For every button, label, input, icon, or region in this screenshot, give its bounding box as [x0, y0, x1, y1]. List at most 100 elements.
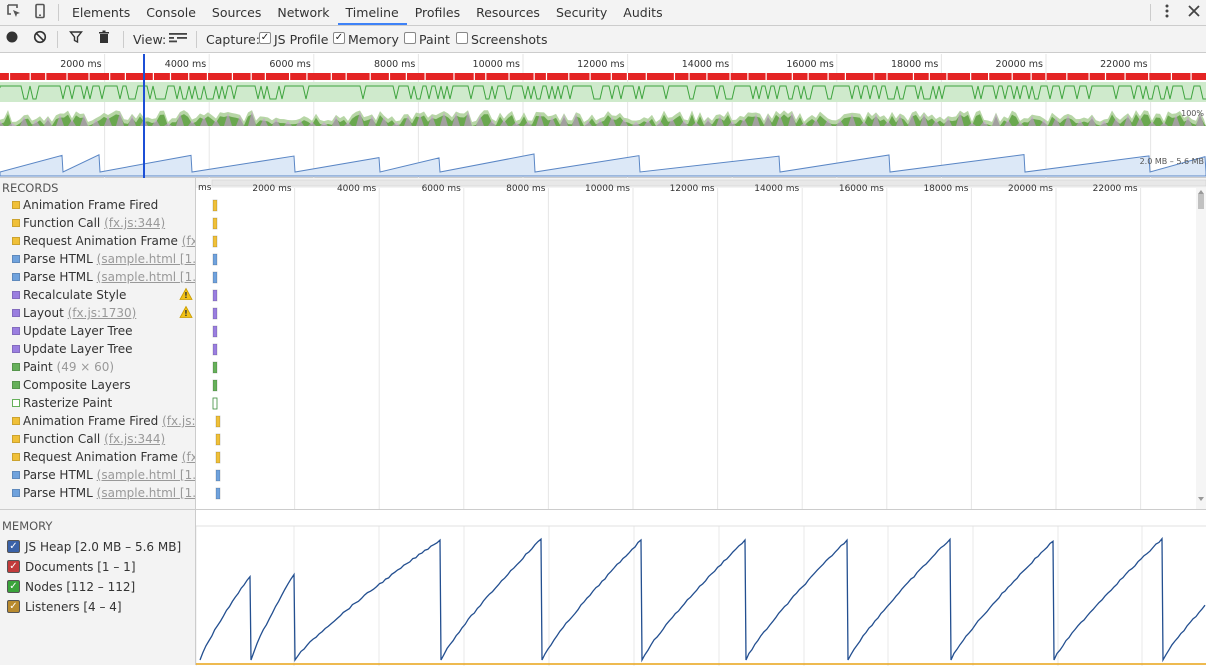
record-color-swatch: [12, 435, 20, 443]
record-row[interactable]: Update Layer Tree: [0, 340, 195, 358]
record-source-link[interactable]: (fx.js:344): [104, 216, 165, 230]
memory-counter[interactable]: ✓ Listeners [4 – 4]: [0, 597, 195, 617]
tab-sources[interactable]: Sources: [204, 0, 269, 25]
record-row[interactable]: Animation Frame Fired: [0, 196, 195, 214]
more-menu-icon[interactable]: [1157, 3, 1177, 23]
tab-network[interactable]: Network: [269, 0, 337, 25]
record-row[interactable]: Rasterize Paint: [0, 394, 195, 412]
memory-counter-label: Listeners [4 – 4]: [25, 600, 122, 614]
memory-counter-label: Documents [1 – 1]: [25, 560, 136, 574]
memory-counter[interactable]: ✓ JS Heap [2.0 MB – 5.6 MB]: [0, 537, 195, 557]
frame-gap: [988, 73, 990, 80]
garbage-collect-icon[interactable]: [95, 30, 113, 48]
records-timeline-graph[interactable]: ms 2000 ms 4000 ms 6000 ms 8000 ms 10000 ms 12…: [196, 178, 1206, 509]
records-timeline[interactable]: ms 2000 ms 4000 ms 6000 ms 8000 ms 10000 ms 12…: [196, 178, 1206, 509]
record-bar: [212, 307, 218, 320]
record-label: Paint: [23, 360, 53, 374]
frame-gap: [169, 73, 172, 80]
record-bar: [215, 487, 221, 500]
tab-resources[interactable]: Resources: [468, 0, 548, 25]
tab-profiles[interactable]: Profiles: [407, 0, 468, 25]
js-heap-line: [199, 536, 1206, 663]
record-source-link[interactable]: (fx.js:1730): [68, 306, 137, 320]
record-row[interactable]: Parse HTML (sample.html [1...]): [0, 484, 195, 502]
frame-gap: [188, 73, 190, 80]
frame-gap: [873, 73, 875, 80]
frame-gap: [66, 73, 68, 80]
record-source-link[interactable]: (49 × 60): [57, 360, 115, 374]
tab-security[interactable]: Security: [548, 0, 615, 25]
device-mode-icon[interactable]: [30, 3, 50, 23]
record-row[interactable]: Parse HTML (sample.html [1...]): [0, 268, 195, 286]
record-source-link[interactable]: (fx.js:344): [104, 432, 165, 446]
record-row[interactable]: Composite Layers: [0, 376, 195, 394]
filter-icon[interactable]: [67, 30, 85, 48]
memory-title: MEMORY: [2, 519, 53, 533]
record-row[interactable]: Request Animation Frame (fx...: [0, 232, 195, 250]
record-label: Parse HTML: [23, 270, 93, 284]
clear-icon[interactable]: [31, 30, 49, 48]
close-icon[interactable]: [1184, 3, 1204, 23]
record-bar: [212, 379, 218, 392]
frame-gap: [886, 73, 888, 80]
flame-chart-view-icon[interactable]: [167, 30, 189, 48]
record-bar: [212, 343, 218, 356]
record-row[interactable]: Recalculate Style!: [0, 286, 195, 304]
record-source-link[interactable]: (sample.html [1...]): [97, 252, 195, 266]
warning-icon[interactable]: !: [179, 305, 193, 319]
frame-gap: [1148, 73, 1150, 80]
record-row[interactable]: Parse HTML (sample.html [1...]): [0, 466, 195, 484]
frame-gap: [589, 73, 591, 80]
frame-gap: [424, 73, 426, 80]
tab-audits[interactable]: Audits: [615, 0, 670, 25]
memory-counter[interactable]: ✓ Documents [1 – 1]: [0, 557, 195, 577]
memory-counter-checkbox[interactable]: ✓: [7, 580, 20, 593]
record-bar: [212, 235, 218, 248]
record-row[interactable]: Update Layer Tree: [0, 322, 195, 340]
toolbar-divider: [196, 31, 197, 48]
toolbar-divider: [57, 31, 58, 48]
record-row[interactable]: Function Call (fx.js:344): [0, 430, 195, 448]
record-icon[interactable]: [3, 30, 21, 48]
record-source-link[interactable]: (sample.html [1...]): [97, 486, 195, 500]
tab-timeline[interactable]: Timeline: [337, 0, 407, 25]
memory-graph[interactable]: [196, 509, 1206, 666]
memory-counter-list: ✓ JS Heap [2.0 MB – 5.6 MB] ✓ Documents [1 …: [0, 537, 195, 617]
frame-gap: [626, 73, 629, 80]
record-source-link[interactable]: (fx...: [182, 450, 195, 464]
frame-gap: [568, 73, 570, 80]
memory-counter[interactable]: ✓ Nodes [112 – 112]: [0, 577, 195, 597]
screenshots-checkbox[interactable]: [456, 32, 468, 44]
js-heap-graph[interactable]: [196, 510, 1206, 666]
record-row[interactable]: Parse HTML (sample.html [1...]): [0, 250, 195, 268]
record-source-link[interactable]: (sample.html [1...]): [97, 270, 195, 284]
tab-elements[interactable]: Elements: [64, 0, 138, 25]
memory-counter-checkbox[interactable]: ✓: [7, 560, 20, 573]
warning-icon[interactable]: !: [179, 287, 193, 301]
records-tick-label: 16000 ms: [839, 184, 884, 194]
record-row[interactable]: Animation Frame Fired (fx.js:3...: [0, 412, 195, 430]
memory-counter-checkbox[interactable]: ✓: [7, 540, 20, 553]
record-row[interactable]: Layout (fx.js:1730)!: [0, 304, 195, 322]
record-row[interactable]: Request Animation Frame (fx...: [0, 448, 195, 466]
memory-checkbox[interactable]: ✓: [333, 32, 345, 44]
record-source-link[interactable]: (sample.html [1...]): [97, 468, 195, 482]
overview-graphs[interactable]: 2000 ms 4000 ms 6000 ms 8000 ms 10000 ms 1200…: [0, 54, 1206, 178]
record-row[interactable]: Function Call (fx.js:344): [0, 214, 195, 232]
record-row[interactable]: Paint (49 × 60): [0, 358, 195, 376]
frame-gap: [827, 73, 829, 80]
tab-console[interactable]: Console: [138, 0, 204, 25]
record-bar: [212, 289, 218, 302]
memory-graph-header: [196, 510, 1206, 526]
inspect-element-icon[interactable]: [4, 3, 24, 23]
overview-tick-label: 20000 ms: [996, 59, 1043, 70]
paint-checkbox[interactable]: [404, 32, 416, 44]
timeline-overview[interactable]: 2000 ms 4000 ms 6000 ms 8000 ms 10000 ms 1200…: [0, 54, 1206, 178]
record-source-link[interactable]: (fx.js:3...: [162, 414, 195, 428]
frame-gap: [688, 73, 690, 80]
memory-counter-checkbox[interactable]: ✓: [7, 600, 20, 613]
js-profile-checkbox[interactable]: ✓: [259, 32, 271, 44]
frame-gap: [152, 73, 154, 80]
record-source-link[interactable]: (fx...: [182, 234, 195, 248]
panel-tabs: Elements Console Sources Network Timelin…: [64, 0, 671, 25]
